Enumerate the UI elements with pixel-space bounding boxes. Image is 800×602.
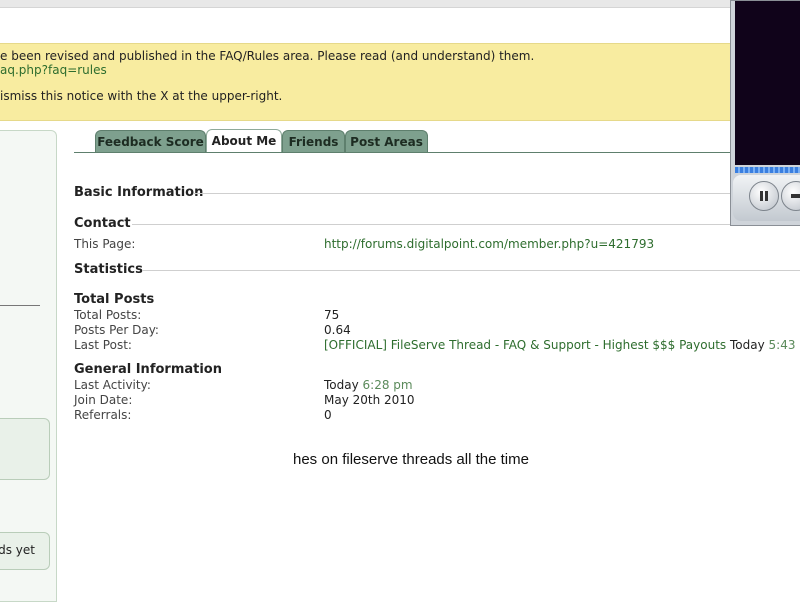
referrals-value: 0 (324, 408, 332, 422)
video-screen (735, 1, 800, 165)
notice-line-3: ismiss this notice with the X at the upp… (0, 89, 283, 103)
section-rule (132, 224, 800, 225)
sidebar-box (0, 418, 50, 480)
contact-heading: Contact (74, 216, 131, 231)
section-rule (194, 193, 800, 194)
join-date-value: May 20th 2010 (324, 393, 415, 407)
referrals-label: Referrals: (74, 408, 132, 422)
profile-url-link[interactable]: http://forums.digitalpoint.com/member.ph… (324, 237, 654, 251)
sidebar-box-threads: ds yet (0, 532, 50, 570)
total-posts-label: Total Posts: (74, 308, 142, 322)
tab-about-me[interactable]: About Me (206, 129, 282, 153)
join-date-label: Join Date: (74, 393, 133, 407)
seek-bar[interactable] (735, 167, 800, 173)
notice-banner: e been revised and published in the FAQ/… (0, 43, 730, 121)
section-rule (142, 270, 800, 271)
total-posts-value: 75 (324, 308, 340, 322)
basic-info-heading: Basic Information (74, 185, 204, 200)
statistics-heading: Statistics (74, 262, 143, 277)
sidebar-box-text: ds yet (0, 543, 35, 557)
total-posts-subhead: Total Posts (74, 292, 155, 307)
media-player-window (730, 0, 800, 226)
stop-icon (791, 194, 800, 198)
browser-top-strip (0, 0, 800, 8)
posts-per-day-label: Posts Per Day: (74, 323, 159, 337)
posts-per-day-value: 0.64 (324, 323, 351, 337)
annotation-caption: hes on fileserve threads all the time (293, 451, 529, 468)
notice-rules-link[interactable]: aq.php?faq=rules (0, 63, 107, 77)
sidebar-divider (0, 305, 40, 306)
pause-icon (760, 191, 768, 201)
general-info-subhead: General Information (74, 362, 222, 377)
tab-friends[interactable]: Friends (282, 130, 345, 152)
this-page-label: This Page: (74, 237, 136, 251)
tab-post-areas[interactable]: Post Areas (345, 130, 428, 152)
tab-baseline (74, 152, 734, 153)
last-activity-value: Today 6:28 pm (324, 378, 413, 392)
pause-button[interactable] (749, 181, 779, 211)
tab-feedback-score[interactable]: Feedback Score (95, 130, 206, 152)
last-activity-time: 6:28 pm (362, 378, 413, 392)
last-post-value: [OFFICIAL] FileServe Thread - FAQ & Supp… (324, 338, 800, 352)
last-post-time: 5:43 pm (768, 338, 800, 352)
last-post-label: Last Post: (74, 338, 132, 352)
last-post-link[interactable]: [OFFICIAL] FileServe Thread - FAQ & Supp… (324, 338, 726, 352)
last-activity-day: Today (324, 378, 359, 392)
last-post-day: Today (729, 338, 765, 352)
notice-line-1: e been revised and published in the FAQ/… (0, 49, 535, 63)
last-activity-label: Last Activity: (74, 378, 151, 392)
